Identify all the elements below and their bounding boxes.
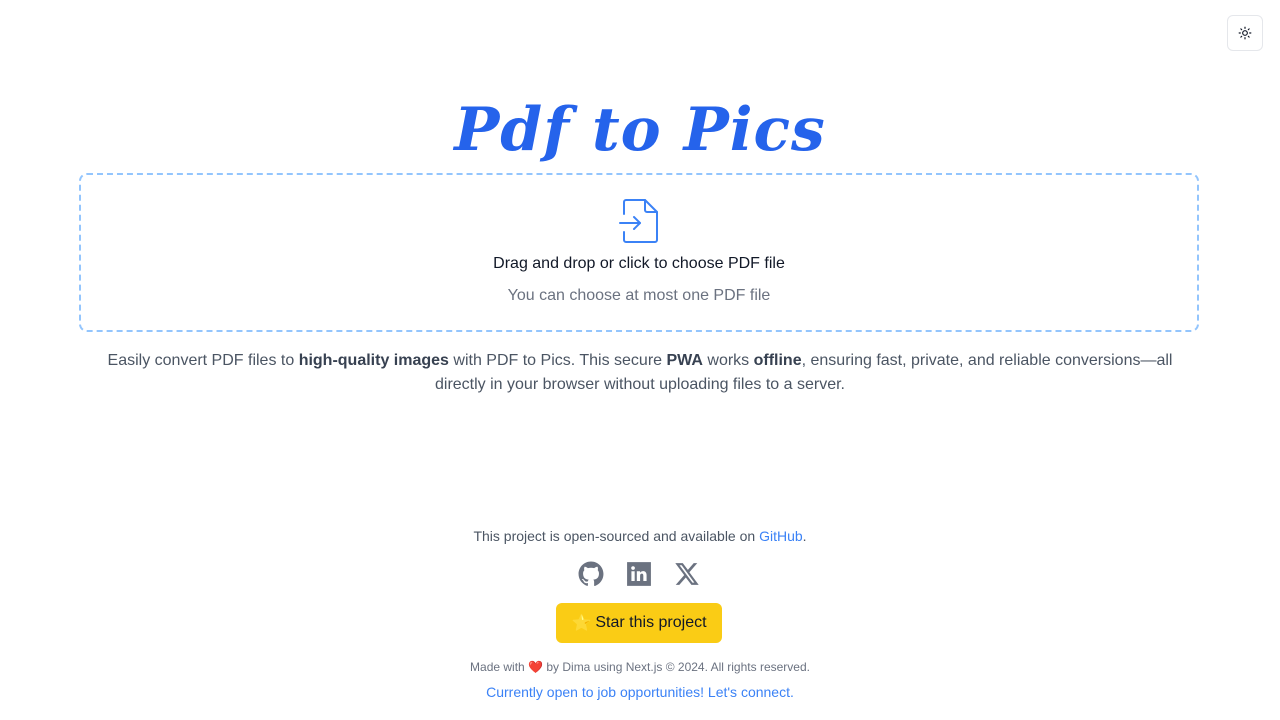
app-description: Easily convert PDF files to high-quality… <box>90 349 1190 397</box>
job-opportunities-link[interactable]: Currently open to job opportunities! Let… <box>486 684 794 700</box>
github-link[interactable]: GitHub <box>759 528 803 544</box>
description-bold: PWA <box>666 352 703 369</box>
linkedin-icon[interactable] <box>626 561 652 587</box>
sun-icon <box>1238 26 1252 40</box>
star-button-label: Star this project <box>595 614 707 631</box>
page-title: Pdf to Pics <box>454 95 826 165</box>
credits-text: Made with <box>470 660 529 674</box>
pdf-dropzone[interactable]: Drag and drop or click to choose PDF fil… <box>79 173 1199 332</box>
job-opportunities-note: Currently open to job opportunities! Let… <box>0 684 1280 700</box>
description-text: Easily convert PDF files to <box>107 352 299 369</box>
dropzone-limit-note: You can choose at most one PDF file <box>507 287 771 304</box>
theme-toggle-button[interactable] <box>1227 15 1263 51</box>
open-source-note: This project is open-sourced and availab… <box>0 528 1280 544</box>
github-icon[interactable] <box>578 561 604 587</box>
description-text: works <box>702 352 754 369</box>
heart-icon: ❤️ <box>528 660 544 674</box>
x-icon[interactable] <box>674 561 700 587</box>
open-source-period: . <box>802 528 807 544</box>
star-icon: ⭐ <box>571 615 592 632</box>
open-source-text: This project is open-sourced and availab… <box>473 528 760 544</box>
credits-text: by Dima using Next.js © 2024. All rights… <box>543 660 810 674</box>
description-text: with PDF to Pics. This secure <box>448 352 667 369</box>
dropzone-instruction: Drag and drop or click to choose PDF fil… <box>493 255 785 272</box>
file-import-icon <box>619 199 658 243</box>
star-project-button[interactable]: ⭐ Star this project <box>556 603 722 643</box>
description-bold: high-quality images <box>298 352 449 369</box>
social-links <box>578 561 700 587</box>
made-with-credits: Made with ❤️ by Dima using Next.js © 202… <box>0 660 1280 674</box>
description-bold: offline <box>753 352 802 369</box>
